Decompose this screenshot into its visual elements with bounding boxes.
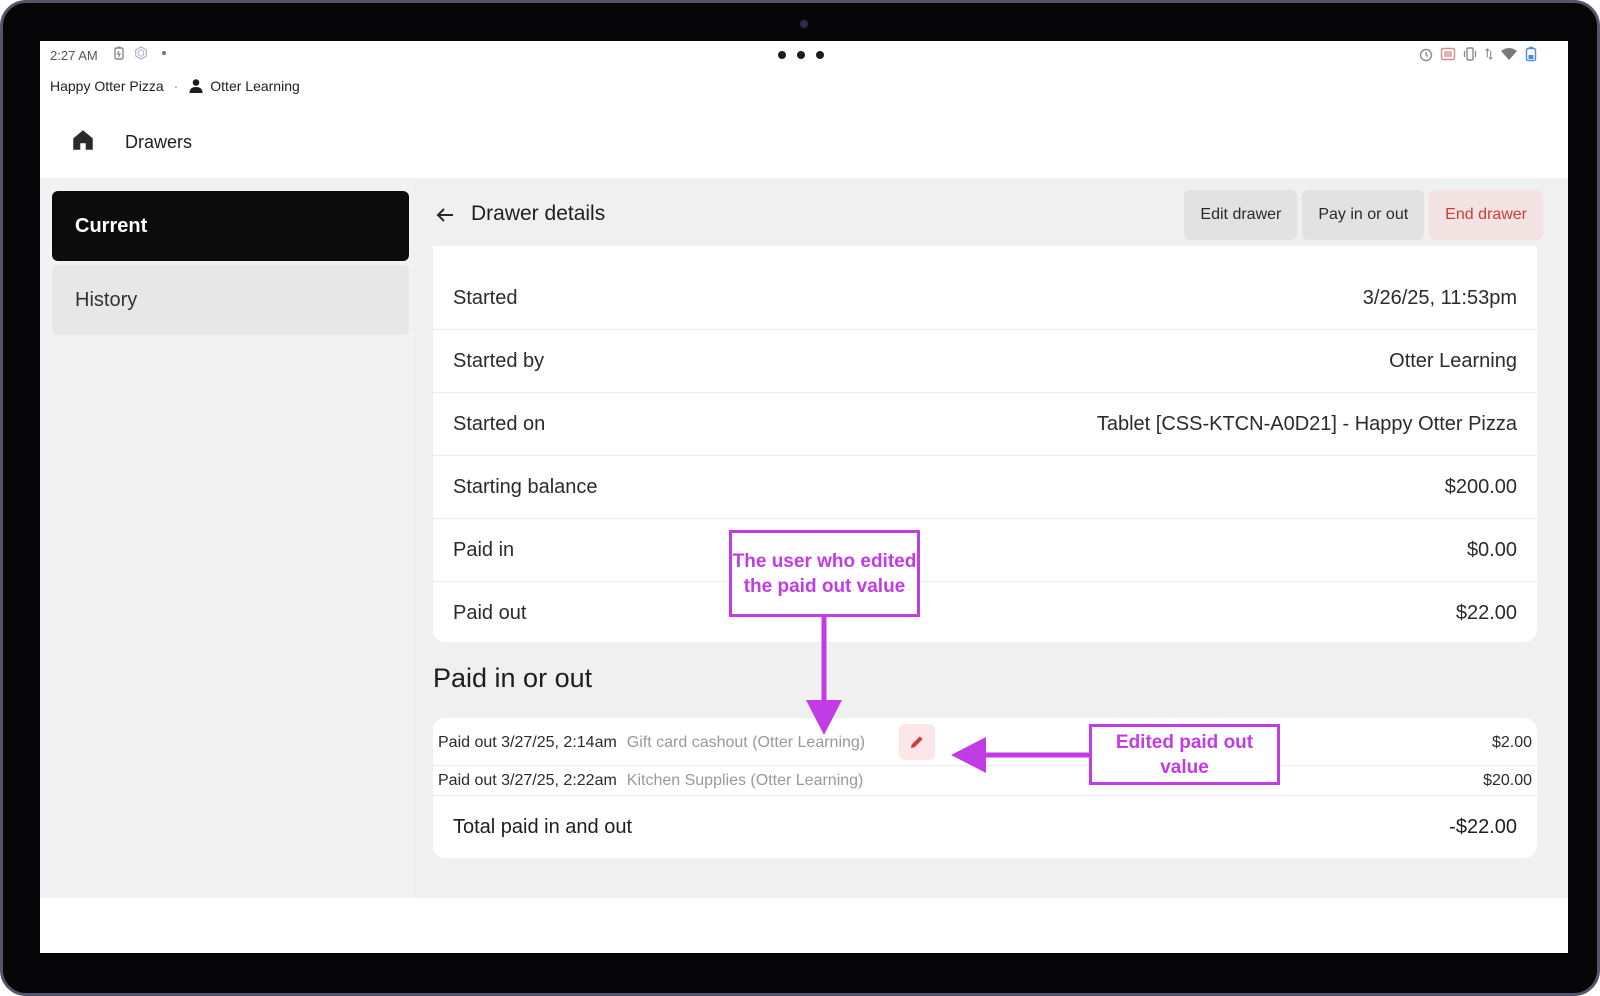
transaction-note: Gift card cashout (Otter Learning)	[626, 734, 866, 751]
transactions-card: Paid out 3/27/25, 2:14am Gift card cashou…	[433, 718, 1537, 858]
status-bar: 2:27 AM	[40, 41, 1568, 71]
home-icon[interactable]	[70, 127, 96, 153]
multitask-dots[interactable]	[778, 51, 824, 59]
detail-value: Tablet [CSS-KTCN-A0D21] - Happy Otter Pi…	[1096, 413, 1517, 435]
drawer-details-panel: Drawer details Edit drawer Pay in or out…	[413, 178, 1568, 898]
detail-row-paid-in: Paid in $0.00	[433, 519, 1537, 582]
detail-row-starting-balance: Starting balance $200.00	[433, 456, 1537, 519]
user-name: Otter Learning	[210, 78, 300, 94]
dot	[816, 51, 824, 59]
tablet-frame: 2:27 AM Happy Otter Pizza · Otter Learni…	[0, 0, 1600, 996]
app-hex-icon	[135, 46, 147, 60]
detail-value: $0.00	[1466, 539, 1517, 561]
transaction-row[interactable]: Paid out 3/27/25, 2:22am Kitchen Supplies…	[433, 766, 1537, 796]
edit-drawer-button[interactable]: Edit drawer	[1184, 190, 1298, 240]
data-arrows-icon	[1485, 48, 1493, 60]
detail-label: Starting balance	[453, 476, 598, 498]
section-title: Paid in or out	[433, 663, 593, 693]
camera-dot	[800, 20, 808, 28]
detail-value: $22.00	[1455, 602, 1517, 624]
details-card: Started 3/26/25, 11:53pm Started by Otte…	[433, 246, 1537, 642]
back-arrow-icon[interactable]	[433, 203, 457, 227]
annotation-user-callout: The user who edited the paid out value	[729, 530, 920, 617]
detail-value: $200.00	[1444, 476, 1517, 498]
detail-header: Drawer details Edit drawer Pay in or out…	[433, 190, 1543, 240]
cast-icon	[1440, 47, 1456, 61]
sidebar-item-current[interactable]: Current	[52, 191, 409, 261]
edited-indicator-button[interactable]	[899, 724, 935, 760]
detail-label: Paid in	[453, 539, 515, 561]
person-icon	[189, 79, 203, 93]
header-actions: Edit drawer Pay in or out End drawer	[1184, 190, 1543, 240]
wifi-icon	[1501, 48, 1517, 60]
transaction-text: Paid out 3/27/25, 2:22am Kitchen Supplies…	[438, 772, 863, 790]
screen-bottom-blank	[40, 898, 1568, 953]
status-right-icons	[1418, 46, 1538, 62]
battery-saver-icon	[114, 46, 124, 60]
account-separator: ·	[173, 78, 179, 94]
transaction-text: Paid out 3/27/25, 2:14am Gift card cashou…	[438, 734, 865, 752]
page-title: Drawer details	[471, 202, 606, 225]
transaction-title: Paid out 3/27/25, 2:22am	[438, 772, 617, 789]
business-name: Happy Otter Pizza	[50, 78, 164, 94]
detail-row-paid-out: Paid out $22.00	[433, 582, 1537, 645]
detail-value: 3/26/25, 11:53pm	[1362, 287, 1517, 309]
transaction-note: Kitchen Supplies (Otter Learning)	[626, 772, 864, 789]
dot	[797, 51, 805, 59]
app-bar: Drawers	[40, 113, 1568, 178]
transaction-title: Paid out 3/27/25, 2:14am	[438, 734, 617, 751]
annotation-edited-callout: Edited paid out value	[1089, 724, 1280, 785]
notification-dot	[162, 51, 166, 55]
detail-value: Otter Learning	[1389, 350, 1517, 372]
total-label: Total paid in and out	[453, 816, 633, 838]
tablet-screen: 2:27 AM Happy Otter Pizza · Otter Learni…	[40, 41, 1568, 953]
app-title: Drawers	[125, 132, 193, 152]
detail-row-started-on: Started on Tablet [CSS-KTCN-A0D21] - Hap…	[433, 393, 1537, 456]
total-value: -$22.00	[1449, 816, 1517, 838]
alarm-icon	[1419, 48, 1433, 62]
transaction-amount: $2.00	[1491, 734, 1532, 751]
pay-in-or-out-button[interactable]: Pay in or out	[1302, 190, 1425, 240]
status-left-icons	[112, 46, 166, 60]
detail-row-started: Started 3/26/25, 11:53pm	[433, 267, 1537, 330]
sidebar: Current History	[40, 178, 413, 898]
sidebar-item-history[interactable]: History	[52, 265, 409, 335]
battery-icon	[1525, 46, 1537, 62]
dot	[778, 51, 786, 59]
detail-row-started-by: Started by Otter Learning	[433, 330, 1537, 393]
pencil-icon	[911, 736, 923, 748]
detail-label: Started	[453, 287, 518, 309]
vibrate-icon	[1463, 47, 1477, 61]
transaction-row[interactable]: Paid out 3/27/25, 2:14am Gift card cashou…	[433, 718, 1537, 766]
detail-label: Paid out	[453, 602, 527, 624]
status-time: 2:27 AM	[50, 48, 98, 63]
transaction-amount: $20.00	[1483, 772, 1532, 789]
detail-label: Started by	[453, 350, 545, 372]
total-row: Total paid in and out -$22.00	[433, 796, 1537, 858]
account-line: Happy Otter Pizza · Otter Learning	[50, 78, 300, 94]
detail-label: Started on	[453, 413, 546, 435]
end-drawer-button[interactable]: End drawer	[1429, 190, 1543, 240]
